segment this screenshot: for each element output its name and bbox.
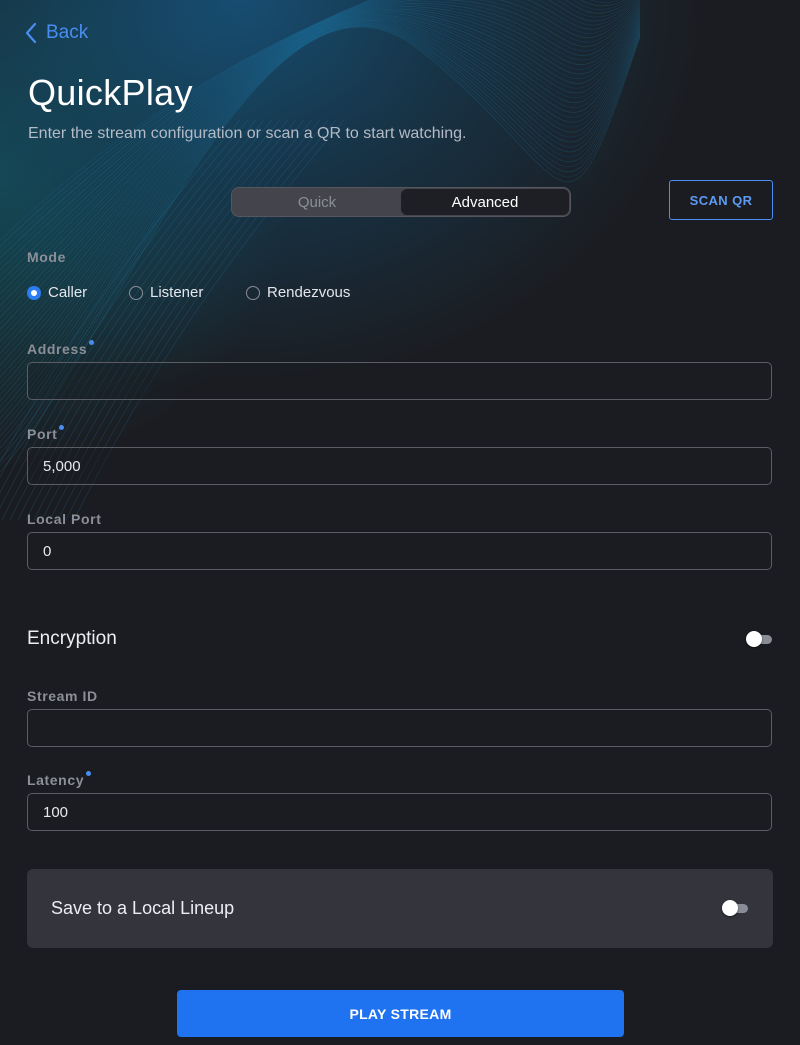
- save-lineup-card: Save to a Local Lineup: [27, 869, 773, 948]
- radio-listener[interactable]: Listener: [129, 284, 246, 301]
- wave-line: [0, 0, 641, 307]
- local-port-label: Local Port: [27, 511, 102, 527]
- toggle-knob: [746, 631, 762, 647]
- wave-line: [0, 0, 636, 271]
- stream-id-input[interactable]: [27, 709, 772, 747]
- save-lineup-toggle[interactable]: [722, 900, 750, 916]
- radio-listener-label: Listener: [150, 284, 204, 301]
- wave-line: [0, 0, 641, 289]
- local-port-input[interactable]: 0: [27, 532, 772, 570]
- latency-input[interactable]: 100: [27, 793, 772, 831]
- tab-quick[interactable]: Quick: [233, 189, 401, 215]
- radio-unselected-icon: [129, 285, 143, 300]
- wave-line: [0, 0, 639, 283]
- port-input[interactable]: 5,000: [27, 447, 772, 485]
- back-label: Back: [46, 22, 89, 43]
- address-input[interactable]: [27, 362, 772, 400]
- encryption-label: Encryption: [27, 628, 117, 649]
- radio-rendezvous[interactable]: Rendezvous: [246, 284, 350, 301]
- wave-line: [0, 0, 638, 277]
- encryption-toggle[interactable]: [746, 631, 774, 647]
- required-indicator-icon: [86, 771, 92, 776]
- tab-advanced[interactable]: Advanced: [401, 189, 569, 215]
- wave-line: [0, 8, 641, 342]
- page-subtitle: Enter the stream configuration or scan a…: [28, 125, 467, 142]
- address-label-text: Address: [27, 341, 88, 357]
- page-title: QuickPlay: [28, 72, 193, 113]
- radio-caller-label: Caller: [48, 284, 88, 301]
- wave-line: [0, 0, 641, 301]
- toggle-knob: [722, 900, 738, 916]
- address-label: Address: [27, 340, 95, 357]
- mode-label: Mode: [27, 249, 66, 265]
- radio-unselected-icon: [246, 285, 260, 300]
- radio-caller[interactable]: Caller: [27, 284, 129, 301]
- required-indicator-icon: [59, 425, 65, 430]
- wave-line: [0, 7, 641, 337]
- mode-radio-group: Caller Listener Rendezvous: [27, 284, 350, 301]
- radio-selected-icon: [27, 285, 41, 300]
- latency-label-text: Latency: [27, 772, 85, 788]
- required-indicator-icon: [89, 340, 95, 345]
- chevron-left-icon: [25, 22, 37, 44]
- play-stream-button[interactable]: PLAY STREAM: [177, 990, 624, 1037]
- port-label: Port: [27, 425, 65, 442]
- stream-id-label: Stream ID: [27, 688, 98, 704]
- port-label-text: Port: [27, 426, 58, 442]
- wave-line: [0, 0, 641, 295]
- mode-segmented-control: Quick Advanced: [231, 187, 571, 217]
- wave-line: [0, 1, 641, 313]
- scan-qr-button[interactable]: SCAN QR: [669, 180, 773, 220]
- save-lineup-label: Save to a Local Lineup: [51, 898, 235, 918]
- back-button[interactable]: Back: [24, 22, 88, 44]
- latency-label: Latency: [27, 771, 92, 788]
- radio-rendezvous-label: Rendezvous: [267, 284, 351, 301]
